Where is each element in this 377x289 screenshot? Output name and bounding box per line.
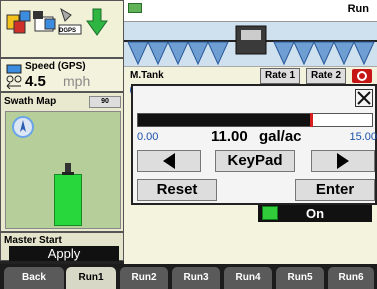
tab-run2[interactable]: Run2 bbox=[120, 267, 168, 289]
tab-back[interactable]: Back bbox=[4, 267, 64, 289]
rate-dialog: 0.00 11.00 gal/ac 15.00 KeyPad Reset Ent… bbox=[131, 84, 377, 205]
decrease-button[interactable] bbox=[137, 150, 201, 172]
gps-label: DGPS bbox=[59, 28, 77, 34]
rate-unit: gal/ac bbox=[259, 128, 302, 145]
speed-value: 4.5 bbox=[25, 73, 46, 90]
slider-remainder bbox=[313, 114, 372, 126]
compass-icon[interactable] bbox=[12, 116, 34, 138]
tab-run4[interactable]: Run4 bbox=[224, 267, 272, 289]
implement-icon[interactable] bbox=[5, 5, 33, 39]
download-arrow-icon[interactable] bbox=[85, 5, 109, 39]
apply-button[interactable]: Apply bbox=[9, 246, 119, 261]
tab-run6[interactable]: Run6 bbox=[328, 267, 374, 289]
master-start-panel: Master Start Apply bbox=[0, 232, 124, 261]
slider-fill bbox=[138, 114, 310, 126]
swath-map-panel: Swath Map 90 bbox=[0, 92, 124, 232]
rate-1-tab[interactable]: Rate 1 bbox=[260, 68, 300, 84]
coverage-area bbox=[54, 174, 82, 226]
speed-unit: mph bbox=[63, 73, 91, 89]
vehicle-marker-icon bbox=[62, 163, 74, 175]
close-icon[interactable] bbox=[355, 89, 373, 107]
swath-zoom-button[interactable]: 90 bbox=[89, 96, 121, 108]
speedometer-icon bbox=[6, 64, 22, 89]
tank-label: M.Tank bbox=[130, 70, 164, 81]
increase-button[interactable] bbox=[311, 150, 375, 172]
slider-min-label: 0.00 bbox=[137, 131, 159, 143]
tab-run5[interactable]: Run5 bbox=[276, 267, 324, 289]
tank-rate-row: M.Tank Rate 1 Rate 2 bbox=[124, 66, 377, 84]
tractor-icon[interactable] bbox=[31, 5, 59, 39]
section-icon bbox=[262, 206, 278, 220]
run-status: Run bbox=[347, 3, 369, 15]
enter-button[interactable]: Enter bbox=[295, 179, 375, 201]
toolbar-icons: DGPS bbox=[0, 0, 124, 58]
right-arrow-icon bbox=[337, 153, 349, 169]
rate-slider[interactable] bbox=[137, 113, 373, 127]
speed-label: Speed (GPS) bbox=[25, 61, 86, 72]
record-icon[interactable] bbox=[352, 69, 372, 83]
slider-max-label: 15.00 bbox=[349, 131, 377, 143]
gps-icon[interactable]: DGPS bbox=[57, 5, 83, 39]
tab-run3[interactable]: Run3 bbox=[172, 267, 220, 289]
top-bar: Run bbox=[124, 0, 377, 22]
boom-diagram bbox=[124, 22, 377, 66]
boom-mini-icon bbox=[128, 3, 142, 13]
speed-panel: Speed (GPS) 4.5 mph bbox=[0, 58, 124, 92]
tab-run1[interactable]: Run1 bbox=[66, 267, 116, 289]
swath-map[interactable] bbox=[5, 111, 121, 229]
left-arrow-icon bbox=[163, 153, 175, 169]
rate-2-tab[interactable]: Rate 2 bbox=[306, 68, 346, 84]
swath-map-title: Swath Map bbox=[4, 96, 57, 107]
keypad-button[interactable]: KeyPad bbox=[215, 150, 295, 172]
rate-value: 11.00 bbox=[211, 128, 248, 145]
tab-bar: Back Run1 Run2 Run3 Run4 Run5 Run6 bbox=[0, 264, 377, 289]
master-start-label: Master Start bbox=[4, 235, 62, 246]
reset-button[interactable]: Reset bbox=[137, 179, 217, 201]
